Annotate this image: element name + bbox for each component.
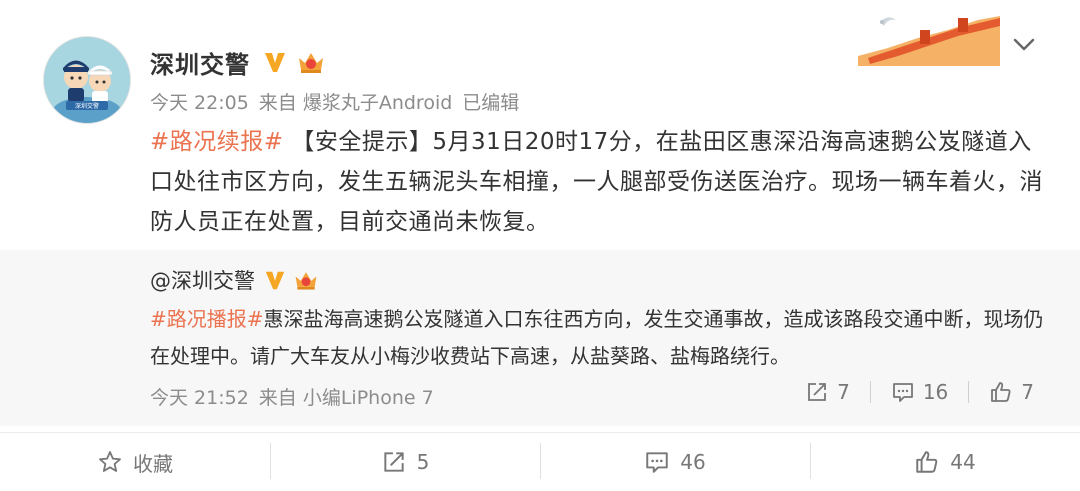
divider xyxy=(968,381,970,403)
verified-icon xyxy=(265,271,285,290)
quoted-author[interactable]: @深圳交警 xyxy=(150,265,255,295)
quoted-text: 惠深盐海高速鹅公岌隧道入口东往西方向，发生交通事故，造成该路段交通中断，现场仍在… xyxy=(150,307,1044,368)
like-button[interactable]: 44 xyxy=(810,433,1080,491)
quoted-author-row: @深圳交警 xyxy=(150,264,319,296)
quoted-body: #路况播报#惠深盐海高速鹅公岌隧道入口东往西方向，发生交通事故，造成该路段交通中… xyxy=(150,301,1055,375)
verified-icon xyxy=(265,53,285,72)
crown-icon xyxy=(295,272,317,290)
quoted-time: 今天 21:52 xyxy=(150,387,249,409)
favorite-label: 收藏 xyxy=(133,451,173,476)
chevron-down-icon[interactable] xyxy=(1010,30,1038,58)
quoted-repost-button[interactable]: 7 xyxy=(805,380,850,404)
comment-icon xyxy=(892,383,913,402)
quoted-stats: 7 16 7 xyxy=(805,380,1034,404)
star-icon xyxy=(99,451,121,472)
comment-count: 46 xyxy=(680,450,706,474)
comment-icon xyxy=(646,452,668,473)
edited-label[interactable]: 已编辑 xyxy=(462,88,519,115)
repost-button[interactable]: 5 xyxy=(270,433,540,491)
quoted-like-button[interactable]: 7 xyxy=(989,380,1034,404)
repost-icon xyxy=(808,383,826,401)
quoted-comment-button[interactable]: 16 xyxy=(891,380,948,404)
comment-button[interactable]: 46 xyxy=(540,433,810,491)
quoted-like-count: 7 xyxy=(1021,380,1034,404)
like-count: 44 xyxy=(950,450,976,474)
avatar[interactable]: 深圳交警 xyxy=(44,37,130,123)
author-name[interactable]: 深圳交警 xyxy=(150,45,250,80)
great-wall-banner xyxy=(858,8,1000,66)
author-row: 深圳交警 xyxy=(150,44,326,80)
action-bar: 收藏 5 46 44 xyxy=(0,432,1080,491)
repost-icon xyxy=(383,452,404,472)
quoted-meta: 今天 21:52 来自 小编LiPhone 7 xyxy=(150,383,434,410)
post-source[interactable]: 来自 爆浆丸子Android xyxy=(259,88,453,115)
post-text: 【安全提示】5月31日20时17分，在盐田区惠深沿海高速鹅公岌隧道入口处往市区方… xyxy=(150,129,1043,235)
quoted-source[interactable]: 来自 小编LiPhone 7 xyxy=(259,383,434,410)
like-icon xyxy=(916,451,938,473)
post-meta: 今天 22:05 来自 爆浆丸子Android 已编辑 xyxy=(150,88,519,115)
repost-count: 5 xyxy=(416,450,430,474)
favorite-button[interactable]: 收藏 xyxy=(0,433,270,491)
weibo-post: 深圳交警 深圳交警 今天 22:05 来自 爆浆丸子Android 已编辑 #路… xyxy=(0,0,1080,491)
quoted-topic-link[interactable]: #路况播报# xyxy=(150,307,264,331)
divider xyxy=(869,381,871,403)
crown-icon xyxy=(299,53,323,73)
quoted-repost-count: 7 xyxy=(837,380,850,404)
avatar-illustration: 深圳交警 xyxy=(44,37,130,123)
avatar-badge-text: 深圳交警 xyxy=(75,102,99,110)
post-time: 今天 22:05 xyxy=(150,92,249,114)
post-body: #路况续报# 【安全提示】5月31日20时17分，在盐田区惠深沿海高速鹅公岌隧道… xyxy=(150,122,1050,242)
topic-link[interactable]: #路况续报# xyxy=(150,129,284,155)
quoted-comment-count: 16 xyxy=(922,380,949,404)
like-icon xyxy=(991,382,1011,402)
